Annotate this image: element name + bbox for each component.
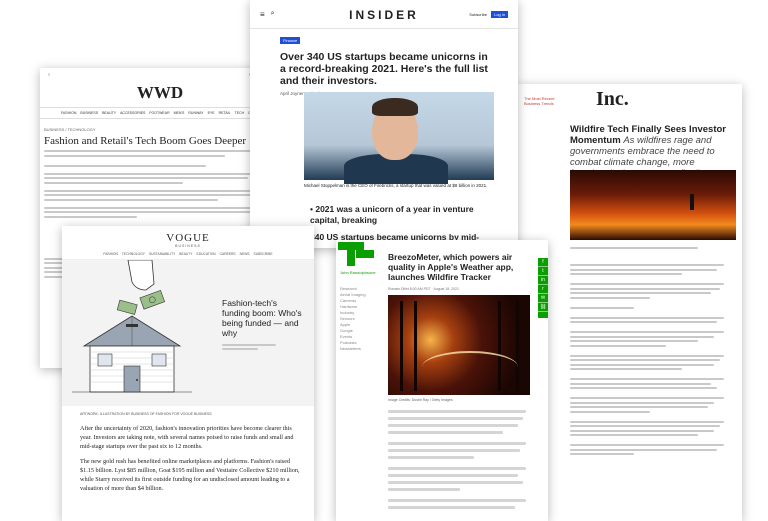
tc-sidebar-tag-10[interactable]: Newsletters (340, 346, 380, 352)
insider-photo-caption: Michael Stoppelman is the CEO of Firebri… (304, 183, 488, 188)
vogue-logo[interactable]: VOGUE (62, 232, 314, 244)
tc-share-bar: f t in r ✉ ⛓ (538, 258, 548, 318)
wwd-headline: Fashion and Retail's Tech Boom Goes Deep… (44, 135, 247, 147)
wwd-nav-item-8[interactable]: RETAIL (219, 111, 231, 115)
vogue-nav-item-3[interactable]: BEAUTY (179, 252, 192, 256)
vogue-article-body: After the uncertainty of 2020, fashion's… (80, 424, 300, 499)
inc-logo[interactable]: Inc. (596, 88, 629, 111)
tc-photo-caption: Image Credits: Dustin Ray / Getty Images (388, 398, 453, 402)
techcrunch-article-card[interactable]: John Randolphsone Research Aerial Imaging… (336, 240, 548, 521)
link-share-icon[interactable]: ⛓ (538, 303, 548, 312)
wwd-nav-item-2[interactable]: BEAUTY (102, 111, 116, 115)
tc-article-body (388, 406, 532, 513)
insider-bullet-1-text: 2021 was a unicorn of a year in venture … (310, 204, 474, 225)
vogue-headline: Fashion-tech's funding boom: Who's being… (222, 298, 302, 338)
wwd-logo[interactable]: WWD (40, 83, 280, 103)
inc-photo-caption (570, 244, 730, 251)
insider-category-tag[interactable]: Finance (280, 37, 301, 44)
firefighter-silhouette (690, 194, 694, 210)
vogue-paragraph-1: After the uncertainty of 2020, fashion's… (80, 425, 294, 450)
wwd-nav-item-4[interactable]: FOOTWEAR (149, 111, 169, 115)
vogue-nav-item-4[interactable]: EDUCATION (197, 252, 216, 256)
tc-sidebar-tags: Research Aerial Imaging Cameras Hardware Ind… (340, 286, 380, 352)
wwd-nav-item-9[interactable]: TECH (235, 111, 245, 115)
insider-logo[interactable]: INSIDER (250, 8, 518, 22)
vogue-nav: FASHION TECHNOLOGY SUSTAINABILITY BEAUTY EDU… (62, 252, 314, 260)
email-share-icon[interactable]: ✉ (538, 294, 548, 303)
tree-trunk (414, 301, 417, 391)
insider-ceo-photo (304, 92, 494, 184)
tree-trunk (516, 301, 519, 391)
vogue-paragraph-2: The new gold rush has benefited online m… (80, 458, 300, 492)
tc-byline: Romain Dillet 8:00 AM PDT · August 18, 2… (388, 287, 459, 291)
techcrunch-logo[interactable] (338, 242, 378, 266)
wwd-nav: FASHION BUSINESS BEAUTY ACCESSORIES FOOTWEAR… (40, 107, 280, 119)
vogue-photo-credit: ARTWORK: ILLUSTRATION BY BUSINESS OF FAS… (80, 412, 212, 416)
tc-headline: BreezoMeter, which powers air quality in… (388, 252, 514, 282)
tree-trunk (400, 301, 403, 391)
facebook-share-icon[interactable]: f (538, 258, 548, 267)
wwd-nav-item-5[interactable]: MEN'S (174, 111, 185, 115)
reddit-share-icon[interactable]: r (538, 285, 548, 294)
vogue-nav-item-5[interactable]: CAREERS (220, 252, 236, 256)
wwd-strip-left: ≡ (48, 72, 51, 77)
headlight-trail (422, 351, 518, 383)
wwd-nav-item-6[interactable]: RUNWAY (188, 111, 203, 115)
vogue-nav-item-0[interactable]: FASHION (103, 252, 117, 256)
tc-wildfire-photo (388, 295, 530, 395)
wwd-nav-item-1[interactable]: BUSINESS (80, 111, 98, 115)
vogue-business-article-card[interactable]: VOGUE BUSINESS FASHION TECHNOLOGY SUSTAINA… (62, 226, 314, 521)
inc-article-body (570, 254, 730, 458)
insider-bullet-1: • 2021 was a unicorn of a year in ventur… (310, 204, 474, 225)
wwd-section-label[interactable]: BUSINESS / TECHNOLOGY (44, 127, 280, 132)
vogue-logo-sub: BUSINESS (175, 244, 201, 248)
tc-author-name[interactable]: John Randolphsone (340, 270, 376, 275)
wwd-nav-item-3[interactable]: ACCESSORIES (120, 111, 145, 115)
vogue-author-credit (222, 341, 282, 353)
inc-wildfire-photo (570, 170, 736, 240)
linkedin-share-icon[interactable]: in (538, 276, 548, 285)
vogue-nav-item-1[interactable]: TECHNOLOGY (122, 252, 145, 256)
wwd-nav-item-7[interactable]: EYE (208, 111, 215, 115)
photo-hair (372, 98, 418, 116)
wwd-nav-item-0[interactable]: FASHION (61, 111, 76, 115)
vogue-nav-item-7[interactable]: SUBSCRIBE (254, 252, 273, 256)
wwd-top-strip: ≡ SUBSCRIBE (40, 68, 280, 81)
vogue-nav-item-6[interactable]: NEWS (240, 252, 250, 256)
insider-headline: Over 340 US startups became unicorns in … (280, 51, 488, 87)
twitter-share-icon[interactable]: t (538, 267, 548, 276)
inc-kicker[interactable]: The Most Recent Business Trends (524, 96, 564, 106)
insider-article-card[interactable]: ≡ ⌕ INSIDER Subscribe Log in Finance Ove… (250, 0, 518, 248)
vogue-nav-item-2[interactable]: SUSTAINABILITY (149, 252, 175, 256)
inc-article-card[interactable]: The Most Recent Business Trends Inc. Wil… (516, 84, 742, 521)
insider-header: ≡ ⌕ INSIDER Subscribe Log in (250, 0, 518, 29)
